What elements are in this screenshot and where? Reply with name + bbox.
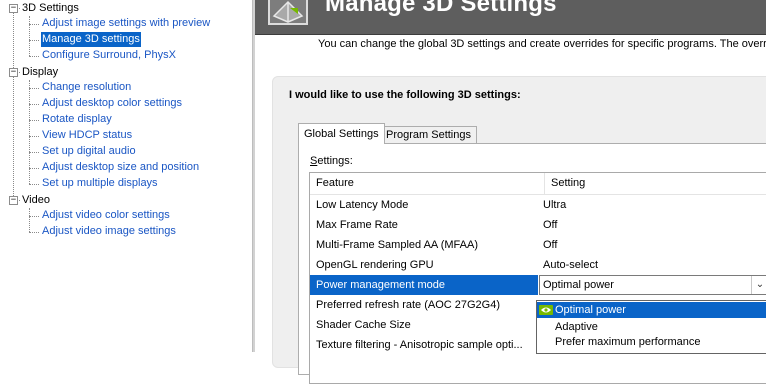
category-3d-settings[interactable]: 3D Settings [22, 0, 79, 16]
tree-line [29, 216, 39, 217]
tree-line [29, 40, 39, 41]
nav-link-change-resolution[interactable]: Change resolution [41, 80, 132, 95]
tree-line [29, 120, 39, 121]
setting-cell[interactable]: Off [543, 235, 557, 255]
feature-cell: Multi-Frame Sampled AA (MFAA) [316, 239, 478, 251]
dropdown-option-prefer-maximum-performance[interactable]: Prefer maximum performance [537, 334, 766, 350]
table-row[interactable]: Low Latency Mode Ultra [310, 195, 766, 215]
panel-heading: I would like to use the following 3D set… [289, 89, 521, 101]
setting-cell[interactable]: Auto-select [543, 255, 598, 275]
nav-link-view-hdcp-status[interactable]: View HDCP status [41, 128, 133, 143]
feature-cell: Max Frame Rate [316, 219, 398, 231]
nav-link-adjust-image-settings[interactable]: Adjust image settings with preview [41, 16, 211, 31]
feature-cell: Shader Cache Size [316, 319, 411, 331]
nav-link-set-up-multiple-displays[interactable]: Set up multiple displays [41, 176, 159, 191]
tree-line [29, 152, 39, 153]
setting-cell[interactable]: Ultra [543, 195, 566, 215]
tree-line [13, 13, 14, 202]
nav-link-adjust-video-image[interactable]: Adjust video image settings [41, 224, 177, 239]
dropdown-option-optimal-power[interactable]: Optimal power [537, 302, 766, 318]
tree-line [29, 16, 30, 56]
feature-cell: Texture filtering - Anisotropic sample o… [316, 339, 523, 351]
nvidia-logo-icon [539, 305, 553, 315]
category-display[interactable]: Display [22, 64, 58, 80]
power-management-mode-select[interactable]: Optimal power ⌄ [539, 275, 766, 295]
navigation-tree: − 3D Settings Adjust image settings with… [0, 0, 252, 352]
nav-link-adjust-desktop-color[interactable]: Adjust desktop color settings [41, 96, 183, 111]
table-row-power-management[interactable]: Power management mode Optimal power ⌄ [310, 275, 766, 295]
option-label: Adaptive [555, 321, 598, 333]
dropdown-option-adaptive[interactable]: Adaptive [537, 319, 766, 335]
column-header-feature[interactable]: Feature [310, 173, 545, 195]
collapse-toggle-video[interactable]: − [9, 196, 18, 205]
table-row[interactable]: Max Frame Rate Off [310, 215, 766, 235]
settings-label-rest: ettings: [317, 155, 353, 167]
column-header-setting[interactable]: Setting [545, 173, 766, 195]
feature-cell: OpenGL rendering GPU [316, 259, 434, 271]
chevron-down-icon[interactable]: ⌄ [751, 276, 766, 294]
page-banner: Manage 3D Settings [255, 0, 766, 35]
category-video[interactable]: Video [22, 192, 50, 208]
nav-link-manage-3d-settings[interactable]: Manage 3D settings [41, 32, 141, 47]
3d-settings-icon [268, 0, 308, 25]
page-title: Manage 3D Settings [325, 0, 557, 17]
table-row[interactable]: Multi-Frame Sampled AA (MFAA) Off [310, 235, 766, 255]
tree-line [29, 208, 30, 232]
feature-cell: Low Latency Mode [316, 199, 409, 211]
table-row[interactable]: OpenGL rendering GPU Auto-select [310, 255, 766, 275]
nav-link-set-up-digital-audio[interactable]: Set up digital audio [41, 144, 137, 159]
page-description: You can change the global 3D settings an… [318, 38, 766, 50]
tree-line [29, 88, 39, 89]
option-label: Prefer maximum performance [555, 336, 701, 348]
power-management-mode-dropdown: Optimal power Adaptive Prefer maximum pe… [536, 300, 766, 354]
nav-link-adjust-video-color[interactable]: Adjust video color settings [41, 208, 171, 223]
tab-program-settings[interactable]: Program Settings [380, 126, 477, 143]
tab-global-settings[interactable]: Global Settings [298, 123, 385, 144]
tree-line [29, 104, 39, 105]
nav-link-configure-surround-physx[interactable]: Configure Surround, PhysX [41, 48, 177, 63]
tree-line [29, 56, 39, 57]
tree-line [29, 184, 39, 185]
nav-link-adjust-desktop-size[interactable]: Adjust desktop size and position [41, 160, 200, 175]
tree-line [29, 232, 39, 233]
tree-line [29, 136, 39, 137]
tree-line [29, 24, 39, 25]
option-label: Optimal power [555, 304, 626, 316]
nav-link-rotate-display[interactable]: Rotate display [41, 112, 113, 127]
collapse-toggle-3d-settings[interactable]: − [9, 4, 18, 13]
power-management-mode-value: Optimal power [543, 279, 614, 291]
setting-cell[interactable]: Off [543, 215, 557, 235]
settings-label: Settings: [310, 155, 353, 167]
feature-cell: Power management mode [316, 279, 446, 291]
tree-line [29, 168, 39, 169]
collapse-toggle-display[interactable]: − [9, 68, 18, 77]
feature-cell: Preferred refresh rate (AOC 27G2G4) [316, 299, 501, 311]
